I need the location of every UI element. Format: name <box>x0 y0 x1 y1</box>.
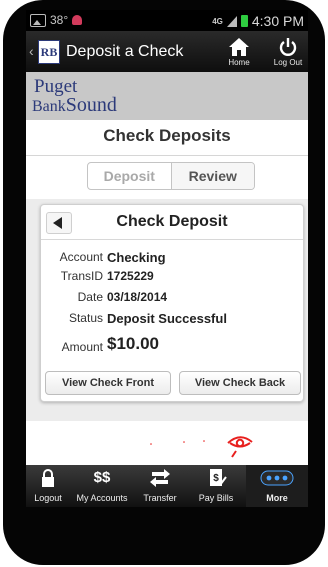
card-title: Check Deposit <box>116 213 228 230</box>
temperature: 38° <box>50 13 69 27</box>
power-icon <box>279 38 297 56</box>
tab-pay-bills[interactable]: $ Pay Bills <box>186 465 246 507</box>
clock: 4:30 PM <box>251 13 304 29</box>
signal-icon <box>226 15 237 27</box>
lock-icon <box>42 469 54 487</box>
back-chevron-icon[interactable]: ‹ <box>29 43 34 59</box>
screen: 38° 4G 4:30 PM ‹ RB Deposit a Check Home… <box>26 10 308 507</box>
field-value: $10.00 <box>107 334 159 353</box>
field-account: Account Checking <box>41 250 303 268</box>
field-date: Date 03/18/2014 <box>41 290 303 308</box>
tab-logout[interactable]: Logout <box>26 465 70 507</box>
field-label: Account <box>59 250 103 264</box>
network-type: 4G <box>212 16 223 26</box>
brand-banner: Puget BankSound <box>26 72 308 120</box>
battery-icon <box>240 15 248 27</box>
field-value: 03/18/2014 <box>107 290 168 304</box>
transfer-arrows-icon <box>150 469 170 487</box>
field-label: TransID <box>60 269 103 283</box>
tab-my-accounts[interactable]: $$ My Accounts <box>70 465 134 507</box>
gallery-icon <box>30 13 46 27</box>
eye-icon <box>150 436 253 458</box>
bottom-tab-bar: Logout $$ My Accounts Transfer $ Pay Bil… <box>26 465 308 507</box>
tab-deposit[interactable]: Deposit <box>88 163 172 189</box>
view-check-back-button[interactable]: View Check Back <box>179 371 301 395</box>
more-dots-icon <box>260 470 294 486</box>
notification-icon <box>72 15 83 25</box>
field-label: Status <box>68 311 103 325</box>
field-transid: TransID 1725229 <box>41 269 303 287</box>
view-check-front-button[interactable]: View Check Front <box>45 371 171 395</box>
svg-text:$: $ <box>213 473 219 484</box>
field-value: Checking <box>107 250 166 265</box>
field-label: Amount <box>61 340 103 354</box>
logout-label: Log Out <box>273 58 303 67</box>
bank-logo: Puget BankSound <box>32 76 117 116</box>
field-value: Deposit Successful <box>107 311 227 326</box>
app-bar: ‹ RB Deposit a Check Home Log Out <box>26 31 308 72</box>
phone-frame: 38° 4G 4:30 PM ‹ RB Deposit a Check Home… <box>3 0 325 565</box>
pay-bills-icon: $ <box>210 469 227 486</box>
dollar-icon: $$ <box>93 469 111 486</box>
home-button[interactable]: Home <box>219 35 259 69</box>
field-label: Date <box>77 290 103 304</box>
field-amount: Amount $10.00 <box>41 334 303 358</box>
tab-review[interactable]: Review <box>171 163 254 189</box>
field-value: 1725229 <box>107 269 154 283</box>
page-title: Check Deposits <box>103 126 231 145</box>
tab-more[interactable]: More <box>246 465 308 507</box>
divider <box>26 155 308 156</box>
home-icon <box>229 38 249 56</box>
home-label: Home <box>228 58 250 67</box>
field-status: Status Deposit Successful <box>41 311 303 329</box>
segment-control: Deposit Review <box>87 162 255 190</box>
tab-transfer[interactable]: Transfer <box>134 465 186 507</box>
card-header: Check Deposit <box>41 205 303 240</box>
check-deposit-card: Check Deposit Account Checking TransID 1… <box>40 204 304 402</box>
app-title: Deposit a Check <box>66 43 184 60</box>
status-bar: 38° 4G 4:30 PM <box>26 10 308 31</box>
app-logo[interactable]: RB <box>38 40 60 64</box>
logout-button[interactable]: Log Out <box>268 35 308 69</box>
